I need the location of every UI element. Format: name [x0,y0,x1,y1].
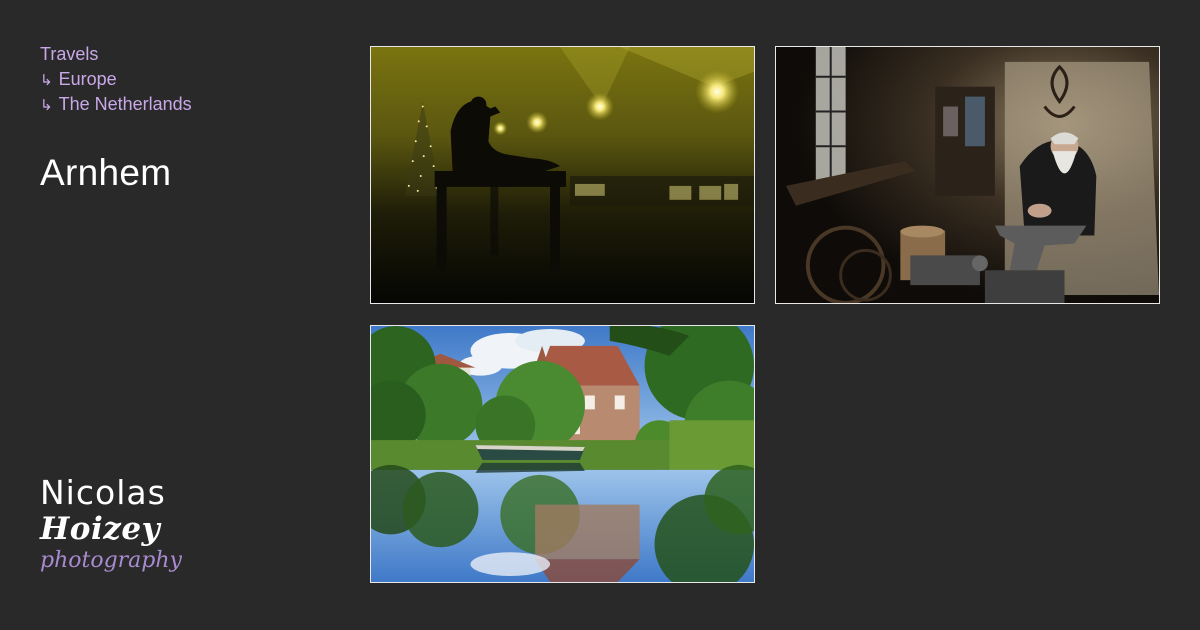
page-title: Arnhem [40,152,172,193]
return-arrow-icon: ↳ [40,70,53,89]
return-arrow-icon: ↳ [40,96,53,114]
photo-thumbnail-canal[interactable] [370,325,755,583]
logo-tagline: photography [40,548,182,573]
breadcrumb: Travels ↳ Europe ↳ The Netherlands [40,42,192,118]
logo-first-name: Nicolas [40,473,166,512]
logo-last-name: Hoizey [40,511,161,547]
photo-thumbnail-statue[interactable] [370,46,755,304]
logo[interactable]: Nicolas Hoizey photography [40,473,182,576]
breadcrumb-item-travels[interactable]: Travels [40,42,192,67]
canal-photo [371,326,754,582]
breadcrumb-item-netherlands[interactable]: ↳ The Netherlands [40,92,192,118]
page: Travels ↳ Europe ↳ The Netherlands Arnhem [0,0,1200,630]
statue-fog-photo [371,47,754,303]
breadcrumb-item-europe[interactable]: ↳ Europe [40,67,192,93]
breadcrumb-link-netherlands[interactable]: The Netherlands [59,94,192,114]
breadcrumb-link-travels[interactable]: Travels [40,44,98,64]
photo-thumbnail-blacksmith[interactable] [775,46,1160,304]
blacksmith-photo [776,47,1159,303]
breadcrumb-link-europe[interactable]: Europe [59,69,117,89]
